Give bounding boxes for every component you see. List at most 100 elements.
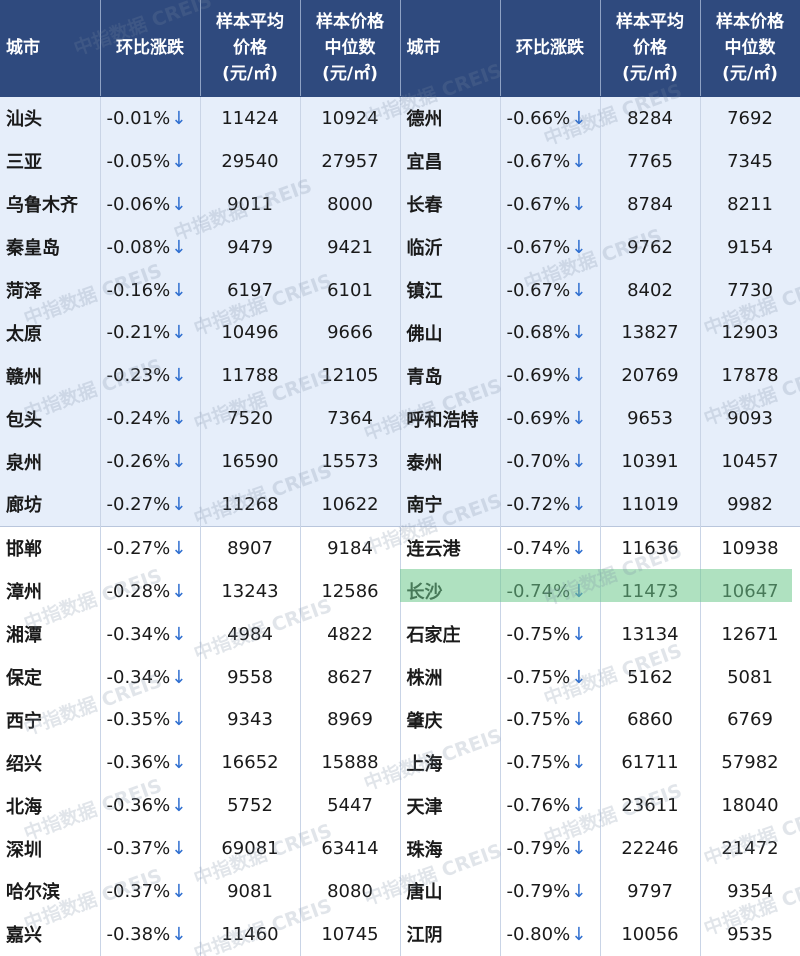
down-arrow-icon: ↓ (171, 752, 187, 774)
down-arrow-icon: ↓ (171, 666, 187, 688)
cell-city: 石家庄 (400, 612, 501, 656)
cell-city: 临沂 (400, 225, 501, 269)
cell-avg-price: 20769 (600, 354, 701, 398)
cell-change: -0.69%↓ (500, 397, 601, 441)
cell-median-price: 4822 (300, 612, 401, 656)
cell-change: -0.23%↓ (100, 354, 201, 398)
cell-city: 青岛 (400, 354, 501, 398)
cell-avg-price: 11424 (200, 96, 301, 140)
table-row: 漳州 -0.28%↓ 13243 12586 长沙 -0.74%↓ 11473 10647 (0, 569, 800, 613)
cell-change: -0.75%↓ (500, 612, 601, 656)
cell-median-price: 8080 (300, 870, 401, 913)
change-value: -0.69% (506, 408, 571, 430)
change-value: -0.75% (506, 666, 571, 688)
cell-avg-price: 10056 (600, 912, 701, 956)
cell-city: 西宁 (0, 698, 101, 742)
down-arrow-icon: ↓ (171, 451, 187, 473)
down-arrow-icon: ↓ (571, 752, 587, 774)
cell-avg-price: 13243 (200, 569, 301, 613)
cell-change: -0.67%↓ (500, 268, 601, 312)
cell-city: 上海 (400, 741, 501, 785)
header-change-left: 环比涨跌 (100, 0, 201, 97)
down-arrow-icon: ↓ (171, 580, 187, 602)
down-arrow-icon: ↓ (171, 709, 187, 731)
change-value: -0.68% (506, 322, 571, 344)
cell-change: -0.67%↓ (500, 225, 601, 269)
change-value: -0.01% (106, 107, 171, 129)
change-value: -0.38% (106, 923, 171, 945)
cell-median-price: 9184 (300, 525, 401, 570)
cell-avg-price: 9081 (200, 870, 301, 913)
cell-median-price: 63414 (300, 827, 401, 871)
down-arrow-icon: ↓ (571, 451, 587, 473)
down-arrow-icon: ↓ (571, 107, 587, 129)
change-value: -0.16% (106, 279, 171, 301)
change-value: -0.69% (506, 365, 571, 387)
change-value: -0.74% (506, 537, 571, 559)
down-arrow-icon: ↓ (571, 365, 587, 387)
cell-change: -0.76%↓ (500, 784, 601, 828)
down-arrow-icon: ↓ (571, 408, 587, 430)
down-arrow-icon: ↓ (171, 923, 187, 945)
down-arrow-icon: ↓ (571, 838, 587, 860)
header-avg-line2: 价格 (633, 38, 667, 58)
cell-city: 赣州 (0, 354, 101, 398)
table-row: 包头 -0.24%↓ 7520 7364 呼和浩特 -0.69%↓ 9653 9093 (0, 397, 800, 441)
cell-median-price: 12105 (300, 354, 401, 398)
table-row: 保定 -0.34%↓ 9558 8627 株洲 -0.75%↓ 5162 5081 (0, 655, 800, 699)
cell-median-price: 15888 (300, 741, 401, 785)
cell-change: -0.79%↓ (500, 827, 601, 871)
change-value: -0.70% (506, 451, 571, 473)
table-row: 太原 -0.21%↓ 10496 9666 佛山 -0.68%↓ 13827 12903 (0, 311, 800, 355)
cell-change: -0.67%↓ (500, 139, 601, 183)
change-value: -0.34% (106, 623, 171, 645)
cell-change: -0.66%↓ (500, 96, 601, 140)
header-avg-left: 样本平均 价格 (元/㎡) (200, 0, 301, 97)
cell-change: -0.06%↓ (100, 182, 201, 226)
cell-change: -0.38%↓ (100, 912, 201, 956)
cell-median-price: 6769 (700, 698, 800, 742)
cell-median-price: 8969 (300, 698, 401, 742)
city-price-table: 城市 环比涨跌 样本平均 价格 (元/㎡) 样本价格 中位数 (元/㎡) 城市 … (0, 0, 800, 956)
change-value: -0.67% (506, 193, 571, 215)
down-arrow-icon: ↓ (571, 923, 587, 945)
cell-avg-price: 9479 (200, 225, 301, 269)
cell-avg-price: 13827 (600, 311, 701, 355)
cell-avg-price: 10391 (600, 440, 701, 484)
header-avg-line1: 样本平均 (216, 12, 284, 32)
price-table-page: 城市 环比涨跌 样本平均 价格 (元/㎡) 样本价格 中位数 (元/㎡) 城市 … (0, 0, 800, 956)
cell-median-price: 6101 (300, 268, 401, 312)
cell-avg-price: 11460 (200, 912, 301, 956)
cell-change: -0.75%↓ (500, 655, 601, 699)
change-value: -0.28% (106, 580, 171, 602)
cell-avg-price: 7765 (600, 139, 701, 183)
down-arrow-icon: ↓ (571, 236, 587, 258)
cell-avg-price: 9653 (600, 397, 701, 441)
change-value: -0.27% (106, 537, 171, 559)
cell-city: 连云港 (400, 525, 501, 570)
table-row: 嘉兴 -0.38%↓ 11460 10745 江阴 -0.80%↓ 10056 9535 (0, 912, 800, 956)
change-value: -0.36% (106, 795, 171, 817)
cell-median-price: 15573 (300, 440, 401, 484)
cell-city: 邯郸 (0, 525, 101, 570)
cell-city: 秦皇岛 (0, 225, 101, 269)
cell-avg-price: 5162 (600, 655, 701, 699)
cell-change: -0.74%↓ (500, 569, 601, 613)
change-value: -0.67% (506, 279, 571, 301)
cell-median-price: 7364 (300, 397, 401, 441)
table-row: 乌鲁木齐 -0.06%↓ 9011 8000 长春 -0.67%↓ 8784 8211 (0, 182, 800, 226)
cell-median-price: 5081 (700, 655, 800, 699)
table-row: 湘潭 -0.34%↓ 4984 4822 石家庄 -0.75%↓ 13134 12671 (0, 612, 800, 656)
down-arrow-icon: ↓ (171, 236, 187, 258)
cell-median-price: 12586 (300, 569, 401, 613)
cell-median-price: 9354 (700, 870, 800, 913)
table-row: 北海 -0.36%↓ 5752 5447 天津 -0.76%↓ 23611 18040 (0, 784, 800, 828)
cell-median-price: 10938 (700, 525, 800, 570)
cell-median-price: 5447 (300, 784, 401, 828)
header-median-line1: 样本价格 (316, 12, 384, 32)
cell-median-price: 9093 (700, 397, 800, 441)
down-arrow-icon: ↓ (171, 880, 187, 902)
change-value: -0.37% (106, 838, 171, 860)
change-value: -0.35% (106, 709, 171, 731)
cell-change: -0.75%↓ (500, 698, 601, 742)
